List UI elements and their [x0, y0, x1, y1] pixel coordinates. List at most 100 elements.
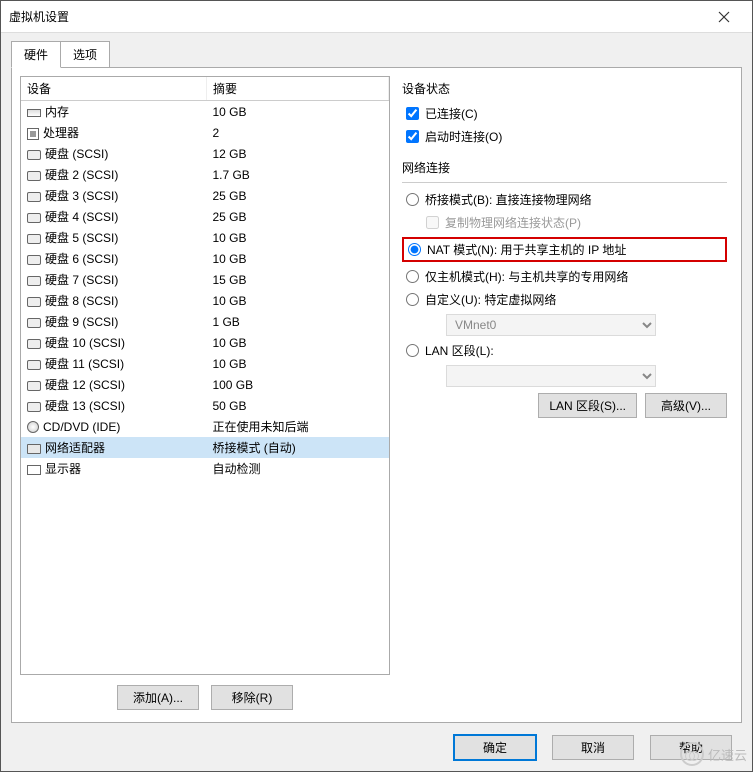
- device-summary: 50 GB: [206, 395, 388, 416]
- lan-segment-radio[interactable]: [406, 344, 419, 357]
- disk-icon: [27, 150, 41, 160]
- lan-segments-button[interactable]: LAN 区段(S)...: [538, 393, 637, 418]
- table-row[interactable]: CD/DVD (IDE) 正在使用未知后端: [21, 416, 389, 437]
- device-summary: 10 GB: [206, 227, 388, 248]
- table-row[interactable]: 硬盘 9 (SCSI)1 GB: [21, 311, 389, 332]
- remove-button[interactable]: 移除(R): [211, 685, 293, 710]
- nat-label: NAT 模式(N): 用于共享主机的 IP 地址: [427, 241, 626, 258]
- disk-icon: [27, 234, 41, 244]
- connect-at-poweron-checkbox[interactable]: [406, 130, 419, 143]
- device-summary: 10 GB: [206, 248, 388, 269]
- device-name: 硬盘 8 (SCSI): [45, 294, 118, 308]
- display-icon: [27, 465, 41, 475]
- device-name: 硬盘 12 (SCSI): [45, 378, 125, 392]
- table-row[interactable]: 硬盘 8 (SCSI) 10 GB: [21, 290, 389, 311]
- table-row[interactable]: 硬盘 11 (SCSI)10 GB: [21, 353, 389, 374]
- replicate-checkbox: [426, 216, 439, 229]
- net-icon: [27, 444, 41, 454]
- lan-segment-select: [446, 365, 656, 387]
- table-row[interactable]: 硬盘 2 (SCSI)1.7 GB: [21, 164, 389, 185]
- table-row[interactable]: 硬盘 3 (SCSI)25 GB: [21, 185, 389, 206]
- table-row[interactable]: 硬盘 10 (SCSI)10 GB: [21, 332, 389, 353]
- table-row[interactable]: 硬盘 6 (SCSI) 10 GB: [21, 248, 389, 269]
- close-icon: [718, 11, 730, 23]
- device-summary: 15 GB: [206, 269, 388, 290]
- device-summary: 桥接模式 (自动): [206, 437, 388, 458]
- add-button[interactable]: 添加(A)...: [117, 685, 199, 710]
- disk-icon: [27, 318, 41, 328]
- device-status-group: 设备状态 已连接(C) 启动时连接(O): [402, 80, 727, 145]
- table-row[interactable]: 处理器2: [21, 122, 389, 143]
- table-row[interactable]: 硬盘 13 (SCSI)50 GB: [21, 395, 389, 416]
- device-name: 硬盘 6 (SCSI): [45, 252, 118, 266]
- disk-icon: [27, 339, 41, 349]
- lan-segment-radio-row[interactable]: LAN 区段(L):: [406, 342, 727, 359]
- device-summary: 正在使用未知后端: [206, 416, 388, 437]
- disk-icon: [27, 402, 41, 412]
- connect-at-poweron-row[interactable]: 启动时连接(O): [406, 128, 727, 145]
- custom-radio[interactable]: [406, 293, 419, 306]
- device-name: 硬盘 9 (SCSI): [45, 315, 118, 329]
- replicate-checkbox-row: 复制物理网络连接状态(P): [406, 214, 727, 231]
- hostonly-radio[interactable]: [406, 270, 419, 283]
- connected-checkbox[interactable]: [406, 107, 419, 120]
- device-summary: 10 GB: [206, 290, 388, 311]
- custom-radio-row[interactable]: 自定义(U): 特定虚拟网络: [406, 291, 727, 308]
- device-name: 显示器: [45, 462, 81, 476]
- disk-icon: [27, 297, 41, 307]
- table-row[interactable]: 网络适配器 桥接模式 (自动): [21, 437, 389, 458]
- tab-hardware[interactable]: 硬件: [11, 41, 61, 68]
- col-device[interactable]: 设备: [21, 77, 206, 101]
- device-name: 硬盘 7 (SCSI): [45, 273, 118, 287]
- disk-icon: [27, 192, 41, 202]
- table-row[interactable]: 硬盘 12 (SCSI) 100 GB: [21, 374, 389, 395]
- custom-network-select: VMnet0: [446, 314, 656, 336]
- table-row[interactable]: 硬盘 4 (SCSI)25 GB: [21, 206, 389, 227]
- hostonly-radio-row[interactable]: 仅主机模式(H): 与主机共享的专用网络: [406, 268, 727, 285]
- device-summary: 100 GB: [206, 374, 388, 395]
- device-summary: 10 GB: [206, 353, 388, 374]
- disk-icon: [27, 255, 41, 265]
- device-name: 硬盘 (SCSI): [45, 147, 108, 161]
- disk-icon: [27, 171, 41, 181]
- table-row[interactable]: 内存 10 GB: [21, 101, 389, 123]
- device-name: 硬盘 4 (SCSI): [45, 210, 118, 224]
- device-name: 网络适配器: [45, 441, 105, 455]
- table-row[interactable]: 硬盘 (SCSI)12 GB: [21, 143, 389, 164]
- col-summary[interactable]: 摘要: [206, 77, 388, 101]
- device-name: 硬盘 10 (SCSI): [45, 336, 125, 350]
- window-title: 虚拟机设置: [9, 8, 69, 25]
- bridged-radio-row[interactable]: 桥接模式(B): 直接连接物理网络: [406, 191, 727, 208]
- titlebar: 虚拟机设置: [1, 1, 752, 33]
- table-row[interactable]: 显示器 自动检测: [21, 458, 389, 479]
- custom-label: 自定义(U): 特定虚拟网络: [425, 291, 556, 308]
- disk-icon: [27, 360, 41, 370]
- cancel-button[interactable]: 取消: [552, 735, 634, 760]
- advanced-button[interactable]: 高级(V)...: [645, 393, 727, 418]
- connect-at-poweron-label: 启动时连接(O): [425, 128, 502, 145]
- cd-icon: [27, 421, 39, 433]
- device-summary: 2: [206, 122, 388, 143]
- close-button[interactable]: [704, 1, 744, 33]
- device-name: 硬盘 3 (SCSI): [45, 189, 118, 203]
- replicate-label: 复制物理网络连接状态(P): [445, 214, 581, 231]
- tab-options[interactable]: 选项: [60, 41, 110, 68]
- bridged-radio[interactable]: [406, 193, 419, 206]
- device-name: CD/DVD (IDE): [43, 420, 120, 434]
- table-row[interactable]: 硬盘 5 (SCSI)10 GB: [21, 227, 389, 248]
- nat-radio[interactable]: [408, 243, 421, 256]
- table-row[interactable]: 硬盘 7 (SCSI) 15 GB: [21, 269, 389, 290]
- device-name: 内存: [45, 105, 69, 119]
- nat-radio-row[interactable]: NAT 模式(N): 用于共享主机的 IP 地址: [408, 241, 721, 258]
- connected-checkbox-row[interactable]: 已连接(C): [406, 105, 727, 122]
- device-summary: 自动检测: [206, 458, 388, 479]
- device-name: 硬盘 2 (SCSI): [45, 168, 118, 182]
- network-connection-group: 网络连接 桥接模式(B): 直接连接物理网络 复制物理网络连接状态(P): [402, 159, 727, 418]
- device-list[interactable]: 设备 摘要 内存10 GB处理器2硬盘 (SCSI)12 GB硬盘 2 (SCS…: [20, 76, 390, 675]
- group-title-network: 网络连接: [402, 159, 727, 176]
- cpu-icon: [27, 128, 39, 140]
- device-summary: 10 GB: [206, 101, 388, 123]
- ok-button[interactable]: 确定: [454, 735, 536, 760]
- mem-icon: [27, 109, 41, 117]
- help-button[interactable]: 帮助: [650, 735, 732, 760]
